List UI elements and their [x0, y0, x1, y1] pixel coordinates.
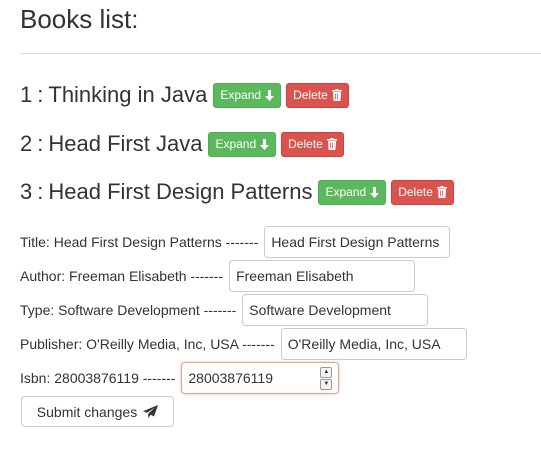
page: Books list: 1: Thinking in Java Expand De… [0, 0, 541, 449]
trash-icon [326, 138, 337, 150]
author-label: Author: Freeman Elisabeth ------- [20, 268, 224, 284]
author-field-row: Author: Freeman Elisabeth ------- Freema… [20, 260, 416, 292]
trash-icon [436, 186, 447, 198]
book-separator: : [37, 179, 44, 204]
book-item: 2: Head First Java Expand Delete [20, 131, 344, 157]
submit-changes-button[interactable]: Submit changes [21, 396, 174, 427]
title-label: Title: Head First Design Patterns ------… [20, 234, 259, 250]
title-field-row: Title: Head First Design Patterns ------… [20, 226, 451, 258]
isbn-value: 28003876119 [188, 370, 273, 386]
expand-label: Expand [325, 185, 367, 199]
expand-label: Expand [215, 137, 257, 151]
paper-plane-icon [143, 405, 159, 418]
arrow-down-icon [370, 186, 380, 198]
book-index: 1 [20, 82, 33, 107]
delete-label: Delete [288, 137, 323, 151]
divider [20, 53, 541, 54]
publisher-label: Publisher: O'Reilly Media, Inc, USA ----… [20, 336, 275, 352]
book-separator: : [37, 131, 44, 156]
delete-button[interactable]: Delete [281, 131, 344, 157]
book-title: Head First Design Patterns [48, 179, 313, 204]
book-index: 2 [20, 131, 33, 156]
author-input[interactable]: Freeman Elisabeth [229, 260, 416, 292]
expand-label: Expand [220, 88, 262, 102]
delete-button[interactable]: Delete [286, 82, 349, 108]
isbn-input[interactable]: 28003876119 ▲ ▼ [181, 362, 340, 394]
type-label: Type: Software Development ------- [20, 302, 237, 318]
book-item: 3: Head First Design Patterns Expand Dele… [20, 179, 454, 205]
book-title: Head First Java [48, 131, 203, 156]
expand-button[interactable]: Expand [208, 131, 277, 157]
stepper-up-icon[interactable]: ▲ [320, 366, 333, 378]
expand-button[interactable]: Expand [213, 82, 282, 108]
delete-button[interactable]: Delete [391, 179, 454, 205]
type-field-row: Type: Software Development ------- Softw… [20, 294, 429, 326]
title-input[interactable]: Head First Design Patterns [264, 226, 451, 258]
type-input[interactable]: Software Development [242, 294, 429, 326]
book-heading: 1: Thinking in Java [20, 82, 207, 108]
book-heading: 2: Head First Java [20, 131, 202, 157]
book-item: 1: Thinking in Java Expand Delete [20, 82, 349, 108]
trash-icon [331, 89, 342, 101]
submit-label: Submit changes [36, 403, 138, 420]
book-title: Thinking in Java [48, 82, 208, 107]
page-title: Books list: [20, 4, 139, 34]
delete-label: Delete [293, 88, 328, 102]
publisher-field-row: Publisher: O'Reilly Media, Inc, USA ----… [20, 328, 467, 360]
expand-button[interactable]: Expand [318, 179, 387, 205]
delete-label: Delete [398, 185, 433, 199]
book-heading: 3: Head First Design Patterns [20, 179, 312, 205]
arrow-down-icon [265, 89, 275, 101]
book-separator: : [37, 82, 44, 107]
book-index: 3 [20, 179, 33, 204]
isbn-stepper[interactable]: ▲ ▼ [320, 366, 333, 390]
isbn-field-row: Isbn: 28003876119 ------- 28003876119 ▲ … [20, 362, 340, 394]
publisher-input[interactable]: O'Reilly Media, Inc, USA [280, 328, 467, 360]
isbn-label: Isbn: 28003876119 ------- [20, 370, 176, 386]
stepper-down-icon[interactable]: ▼ [320, 378, 333, 390]
arrow-down-icon [260, 138, 270, 150]
